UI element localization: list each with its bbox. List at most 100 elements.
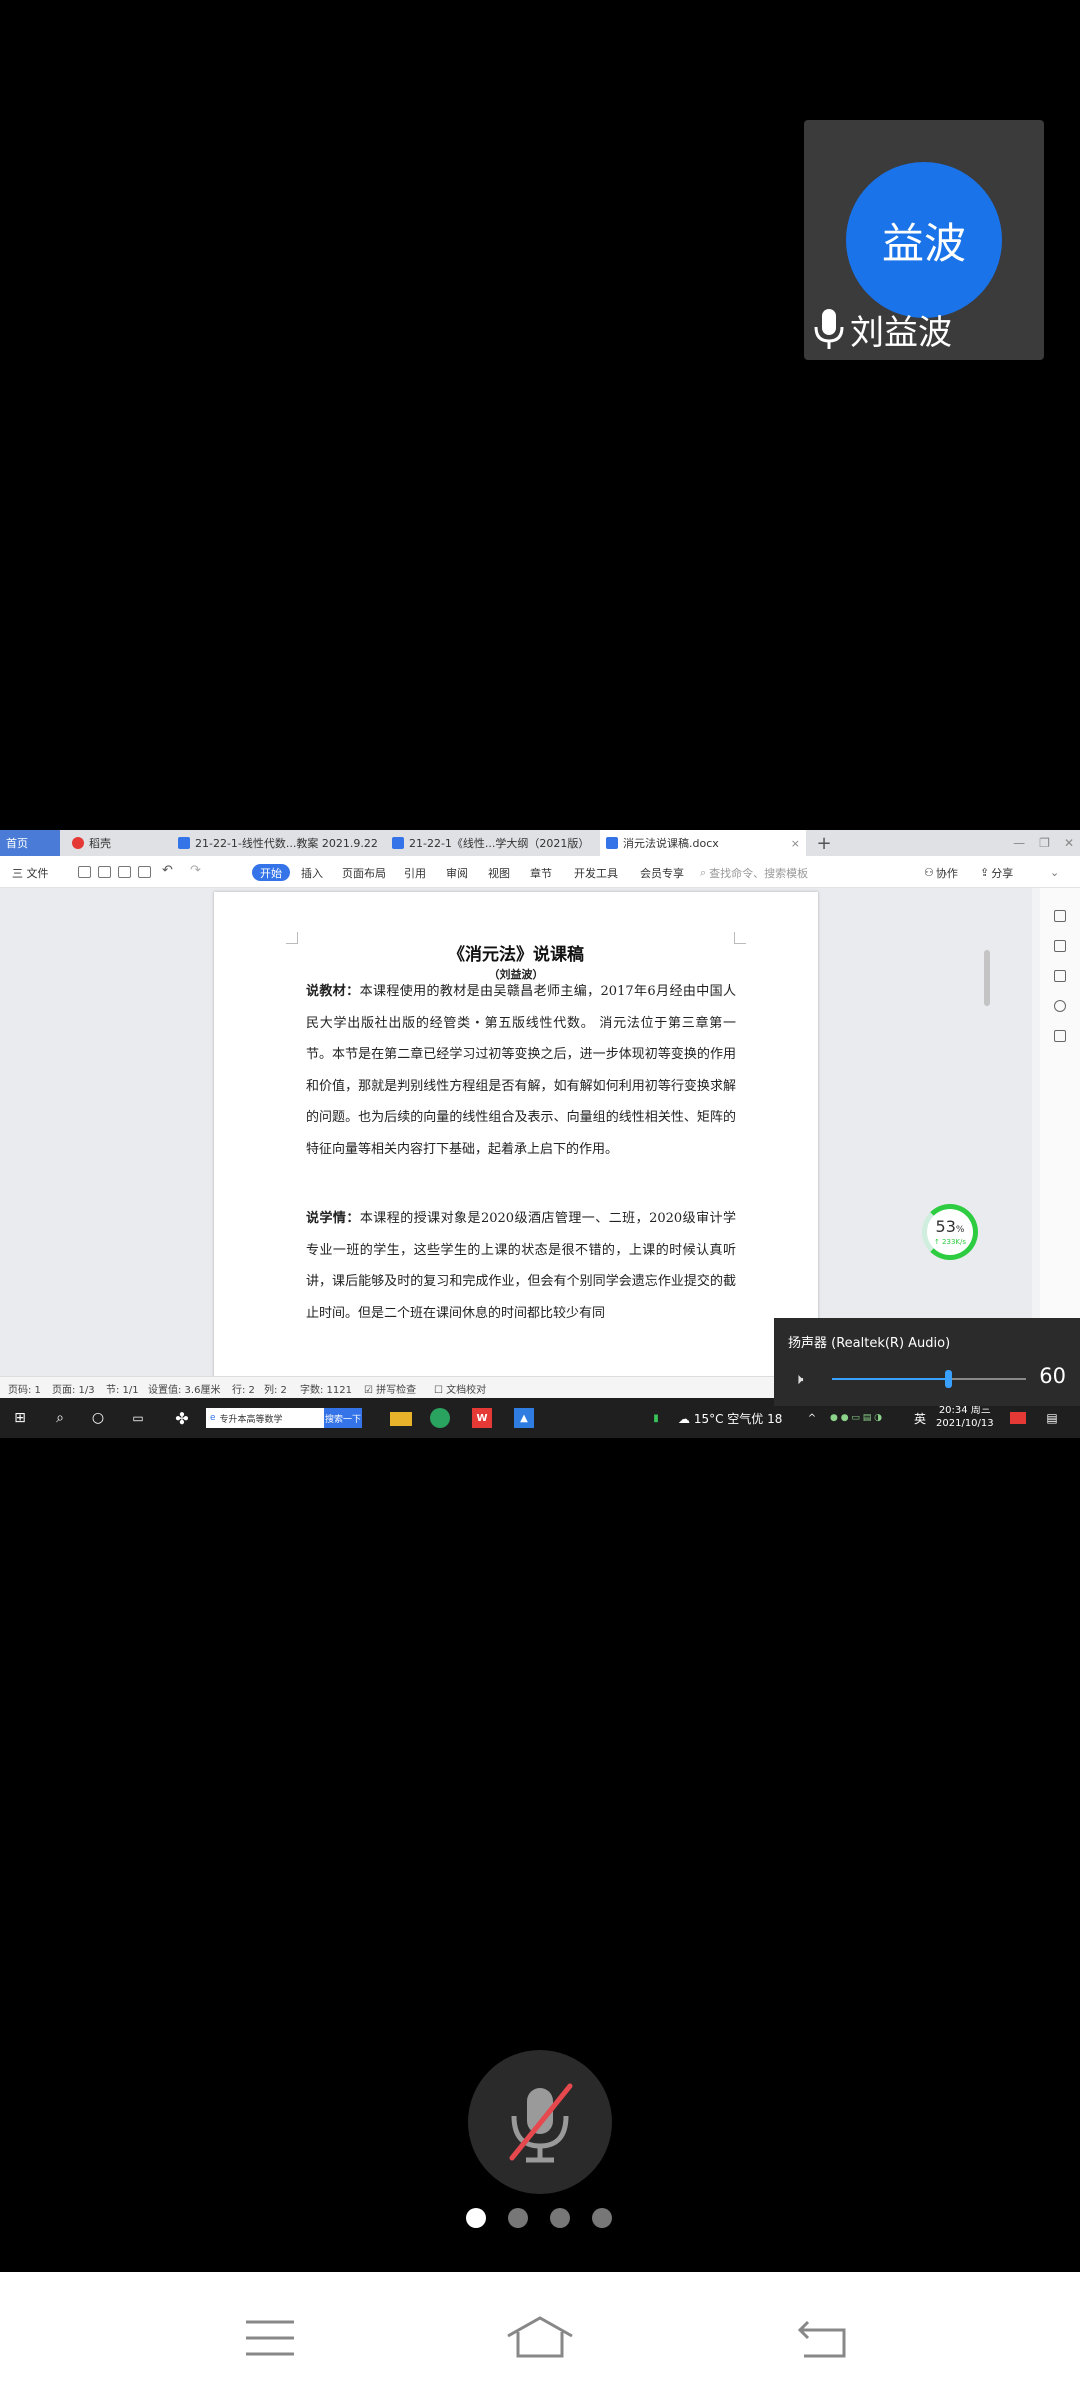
tab-daoke[interactable]: 稻壳 [66,830,166,856]
export-icon[interactable] [98,866,111,878]
tray-icons[interactable]: ● ● ▭ ▤ ◑ [826,1408,886,1428]
participant-tile[interactable]: 益波 刘益波 [804,120,1044,360]
participant-avatar: 益波 [846,162,1002,318]
speaker-icon[interactable]: 🕨 [794,1370,803,1388]
tab-home[interactable]: 首页 [0,830,60,856]
page-indicator [466,2208,612,2228]
menu-view[interactable]: 视图 [488,864,510,881]
menu-developer[interactable]: 开发工具 [574,864,618,881]
paragraph-textbook: 说教材：本课程使用的教材是由吴赣昌老师主编，2017年6月经由中国人民大学出版社… [306,976,736,1165]
help-icon[interactable] [1054,1000,1066,1012]
status-words[interactable]: 字数: 1121 [300,1381,352,1396]
page-indicator-dot[interactable] [550,2208,570,2228]
edge-icon[interactable] [430,1408,450,1428]
tencent-meeting-icon[interactable]: ▲ [514,1408,534,1428]
paragraph-label: 说学情： [306,1211,360,1226]
percent-unit: % [955,1224,965,1235]
menu-insert[interactable]: 插入 [301,864,323,881]
settings-sliders-icon[interactable] [1054,970,1066,982]
menu-member[interactable]: 会员专享 [640,864,684,881]
print-icon[interactable] [118,866,131,878]
proofread-button[interactable]: ☐ 文档校对 [434,1381,486,1396]
cortana-icon[interactable]: ○ [88,1408,108,1428]
document-title: 《消元法》说课稿 [448,945,584,965]
undo-icon[interactable]: ↶ [162,863,173,878]
redo-icon[interactable]: ↷ [190,863,201,878]
share-button[interactable]: ⇪ 分享 [980,864,1013,881]
volume-slider[interactable] [832,1370,1026,1388]
window-controls: — ❐ ✕ [1013,830,1074,856]
close-window-icon[interactable]: ✕ [1064,836,1074,850]
close-tab-icon[interactable]: × [791,837,800,850]
participant-name-row: 刘益波 [812,305,952,353]
preview-icon[interactable] [138,866,151,878]
collab-button[interactable]: ⚇ 协作 [924,864,958,881]
pen-icon[interactable] [1054,910,1066,922]
clock-date: 2021/10/13 [936,1418,994,1429]
tab-document-2-label: 21-22-1《线性...学大纲（2021版） [409,837,590,850]
spell-check-toggle[interactable]: ☑ 拼写检查 [364,1381,416,1396]
paragraph-label: 说教材： [306,984,360,999]
taskbar-search-text: 专升本高等数学 [219,1414,283,1425]
minimize-icon[interactable]: — [1013,836,1025,850]
collapse-ribbon-icon[interactable]: ⌄ [1050,864,1059,881]
weather-widget[interactable]: ☁ 15°C 空气优 18 [678,1410,782,1427]
browser-icon: e [210,1413,216,1423]
app-icon[interactable]: ✤ [170,1408,194,1428]
volume-device-name: 扬声器 (Realtek(R) Audio) [788,1336,951,1351]
action-center-icon[interactable]: ▤ [1044,1408,1060,1428]
add-tab-button[interactable]: + [812,830,836,856]
taskbar-clock[interactable]: 20:34 周三 2021/10/13 [936,1404,994,1430]
page-indicator-dot[interactable] [508,2208,528,2228]
input-language[interactable]: 英 [914,1410,926,1427]
file-explorer-icon[interactable] [390,1412,412,1426]
vertical-scrollbar[interactable] [984,950,990,1006]
document-canvas[interactable]: 《消元法》说课稿 （刘益波） 说教材：本课程使用的教材是由吴赣昌老师主编，201… [0,888,1032,1392]
weather-text: 15°C 空气优 18 [693,1412,783,1426]
menu-file[interactable]: 三 文件 [12,864,49,881]
taskbar-search-box[interactable]: e 专升本高等数学 搜索一下 [206,1408,362,1428]
status-page: 页码: 1 [8,1385,41,1396]
task-view-icon[interactable]: ▭ [128,1408,148,1428]
menu-icon[interactable] [240,2314,300,2362]
ribbon-menu-bar: 三 文件 ↶ ↷ 开始 插入 页面布局 引用 审阅 视图 章节 开发工具 会员专… [0,856,1080,888]
taskbar-search-button[interactable]: 搜索一下 [324,1408,362,1428]
paragraph-body: 本课程使用的教材是由吴赣昌老师主编，2017年6月经由中国人民大学出版社出版的经… [306,984,736,1157]
volume-slider-thumb[interactable] [945,1370,953,1388]
save-icon[interactable] [78,866,91,878]
page-indicator-dot[interactable] [466,2208,486,2228]
share-icon: ⇪ [980,866,990,879]
back-icon[interactable] [794,2314,854,2362]
home-icon[interactable] [504,2314,576,2362]
status-row: 行: 2 [232,1385,255,1396]
microphone-icon [814,309,844,349]
tab-document-3[interactable]: 消元法说课稿.docx × [600,830,806,856]
tab-document-1[interactable]: 21-22-1-线性代数...教案 2021.9.22 [172,830,382,856]
network-speed-widget[interactable]: 53% ↑ 233K/s [922,1204,978,1260]
windows-start-icon[interactable]: ⊞ [10,1408,30,1428]
tab-document-1-label: 21-22-1-线性代数...教案 2021.9.22 [195,837,378,850]
tab-document-3-label: 消元法说课稿.docx [623,837,719,850]
menu-start[interactable]: 开始 [252,864,290,881]
search-icon: ⌕ [700,865,707,879]
document-page[interactable]: 《消元法》说课稿 （刘益波） 说教材：本课程使用的教材是由吴赣昌老师主编，201… [214,892,818,1392]
mute-microphone-button[interactable] [468,2050,612,2194]
paragraph-students: 说学情：本课程的授课对象是2020级酒店管理一、二班，2020级审计学专业一班的… [306,1203,736,1329]
microphone-muted-icon [509,2083,573,2163]
menu-page-layout[interactable]: 页面布局 [342,864,386,881]
tab-document-2[interactable]: 21-22-1《线性...学大纲（2021版） [386,830,596,856]
menu-chapter[interactable]: 章节 [530,864,552,881]
backup-icon[interactable] [1054,1030,1066,1042]
wps-icon[interactable]: W [472,1408,492,1428]
select-icon[interactable] [1054,940,1066,952]
menu-review[interactable]: 审阅 [446,864,468,881]
notification-badge-icon[interactable] [1010,1412,1026,1424]
upload-speed: ↑ 233K/s [933,1237,967,1246]
search-icon[interactable]: ⌕ [50,1408,70,1428]
menu-references[interactable]: 引用 [404,864,426,881]
tray-expand-icon[interactable]: ^ [806,1408,818,1428]
maximize-icon[interactable]: ❐ [1039,836,1050,850]
command-search[interactable]: ⌕ 查找命令、搜索模板 [700,864,808,881]
page-indicator-dot[interactable] [592,2208,612,2228]
share-label: 分享 [991,866,1014,880]
